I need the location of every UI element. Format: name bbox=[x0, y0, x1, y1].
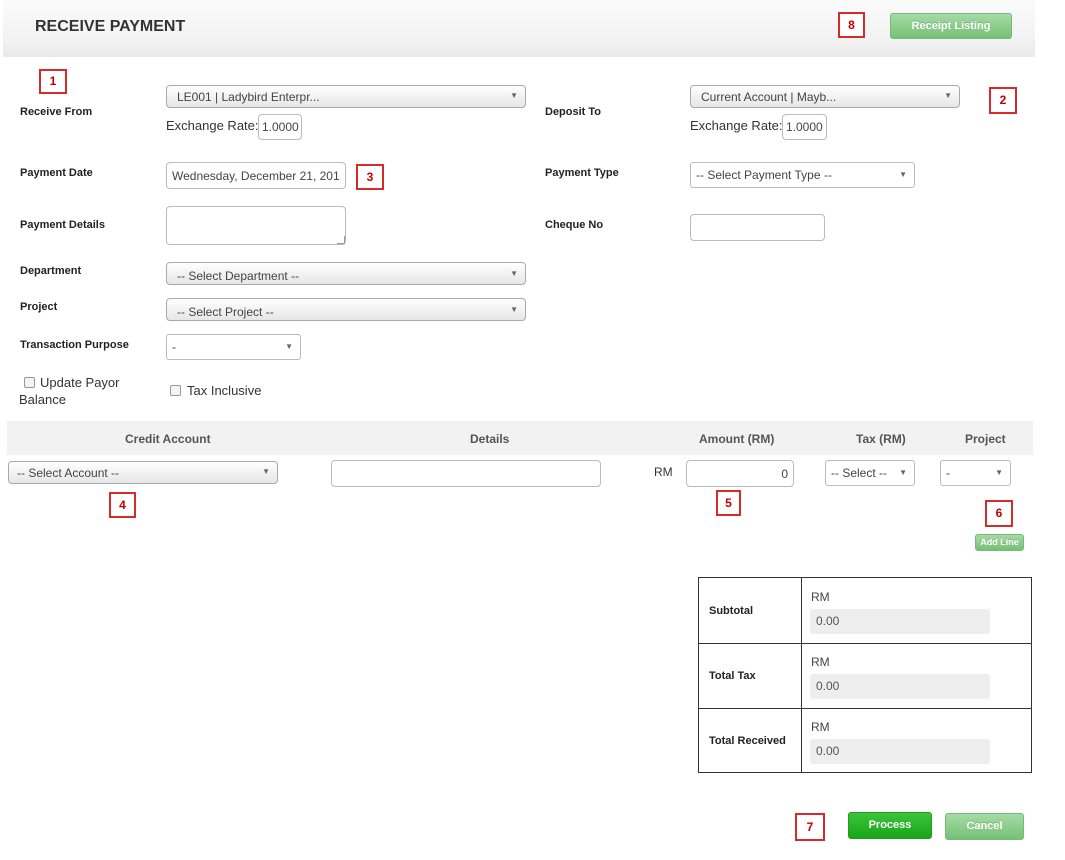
marker-1: 1 bbox=[39, 69, 67, 94]
line-currency: RM bbox=[654, 465, 673, 479]
project-select[interactable]: -- Select Project -- ▼ bbox=[166, 298, 526, 321]
payment-details-textarea[interactable] bbox=[166, 206, 346, 245]
department-label: Department bbox=[20, 265, 82, 277]
chevron-down-icon: ▼ bbox=[285, 342, 293, 351]
deposit-to-value: Current Account | Mayb... bbox=[701, 90, 837, 104]
totals-table: Subtotal RM 0.00 Total Tax RM 0.00 Total… bbox=[698, 577, 1032, 773]
subtotal-currency: RM bbox=[811, 590, 830, 604]
total-tax-label: Total Tax bbox=[709, 670, 756, 682]
process-button[interactable]: Process bbox=[848, 812, 932, 839]
department-select[interactable]: -- Select Department -- ▼ bbox=[166, 262, 526, 285]
cheque-no-label: Cheque No bbox=[545, 219, 604, 231]
marker-4: 4 bbox=[109, 492, 136, 518]
update-payor-label-line2: Balance bbox=[19, 392, 66, 407]
marker-2: 2 bbox=[989, 87, 1017, 114]
receive-from-value: LE001 | Ladybird Enterpr... bbox=[177, 90, 320, 104]
cancel-button[interactable]: Cancel bbox=[945, 813, 1024, 840]
project-label: Project bbox=[20, 301, 58, 313]
credit-account-select[interactable]: -- Select Account -- ▼ bbox=[8, 461, 278, 484]
total-received-label: Total Received bbox=[709, 735, 786, 747]
receive-from-select[interactable]: LE001 | Ladybird Enterpr... ▼ bbox=[166, 85, 526, 108]
payment-date-input[interactable]: Wednesday, December 21, 201 bbox=[166, 162, 346, 189]
transaction-purpose-value: - bbox=[172, 340, 176, 354]
payment-type-label: Payment Type bbox=[545, 167, 619, 179]
total-tax-row: Total Tax RM 0.00 bbox=[699, 643, 1031, 709]
marker-6: 6 bbox=[985, 500, 1013, 527]
chevron-down-icon: ▼ bbox=[899, 170, 907, 179]
deposit-to-select[interactable]: Current Account | Mayb... ▼ bbox=[690, 85, 960, 108]
col-tax: Tax (RM) bbox=[856, 432, 906, 446]
deposit-to-label: Deposit To bbox=[545, 106, 602, 118]
col-details: Details bbox=[470, 432, 510, 446]
receipt-listing-button[interactable]: Receipt Listing bbox=[890, 13, 1012, 39]
receive-exchange-rate-input[interactable]: 1.0000 bbox=[258, 114, 302, 140]
line-project-select[interactable]: - ▼ bbox=[940, 460, 1011, 486]
total-tax-value: 0.00 bbox=[810, 674, 990, 699]
line-tax-value: -- Select -- bbox=[831, 466, 888, 480]
deposit-exchange-label: Exchange Rate: bbox=[690, 118, 783, 133]
transaction-purpose-label: Transaction Purpose bbox=[20, 339, 129, 351]
receive-exchange-label: Exchange Rate: bbox=[166, 118, 259, 133]
receive-from-label: Receive From bbox=[20, 106, 93, 118]
chevron-down-icon: ▼ bbox=[995, 468, 1003, 477]
marker-3: 3 bbox=[356, 164, 384, 190]
add-line-button[interactable]: Add Line bbox=[975, 534, 1024, 551]
divider bbox=[801, 643, 802, 708]
line-project-value: - bbox=[946, 466, 950, 480]
tax-inclusive-label: Tax Inclusive bbox=[187, 383, 262, 398]
update-payor-checkbox[interactable] bbox=[24, 377, 35, 388]
payment-details-label: Payment Details bbox=[20, 219, 105, 231]
subtotal-label: Subtotal bbox=[709, 605, 753, 617]
resize-handle-icon[interactable] bbox=[337, 236, 345, 244]
marker-7: 7 bbox=[795, 813, 825, 841]
project-value: -- Select Project -- bbox=[177, 305, 274, 319]
marker-5: 5 bbox=[716, 490, 741, 516]
tax-inclusive-checkbox[interactable] bbox=[170, 385, 181, 396]
update-payor-label-line1: Update Payor bbox=[40, 375, 120, 390]
payment-date-label: Payment Date bbox=[20, 167, 93, 179]
payment-type-value: -- Select Payment Type -- bbox=[696, 168, 832, 182]
chevron-down-icon: ▼ bbox=[510, 269, 518, 278]
divider bbox=[801, 708, 802, 773]
credit-account-value: -- Select Account -- bbox=[17, 466, 120, 480]
line-tax-select[interactable]: -- Select -- ▼ bbox=[825, 460, 915, 486]
line-details-input[interactable] bbox=[331, 460, 601, 487]
divider bbox=[801, 578, 802, 643]
chevron-down-icon: ▼ bbox=[262, 467, 270, 476]
total-received-currency: RM bbox=[811, 720, 830, 734]
department-value: -- Select Department -- bbox=[177, 269, 300, 283]
col-project: Project bbox=[965, 432, 1006, 446]
chevron-down-icon: ▼ bbox=[510, 305, 518, 314]
chevron-down-icon: ▼ bbox=[944, 91, 952, 100]
line-amount-input[interactable]: 0 bbox=[686, 460, 794, 487]
chevron-down-icon: ▼ bbox=[510, 91, 518, 100]
chevron-down-icon: ▼ bbox=[899, 468, 907, 477]
col-credit-account: Credit Account bbox=[125, 432, 211, 446]
subtotal-row: Subtotal RM 0.00 bbox=[699, 578, 1031, 644]
total-received-value: 0.00 bbox=[810, 739, 990, 764]
total-tax-currency: RM bbox=[811, 655, 830, 669]
page-title: RECEIVE PAYMENT bbox=[35, 18, 186, 35]
subtotal-value: 0.00 bbox=[810, 609, 990, 634]
col-amount: Amount (RM) bbox=[699, 432, 775, 446]
deposit-exchange-rate-input[interactable]: 1.0000 bbox=[782, 114, 827, 140]
payment-type-select[interactable]: -- Select Payment Type -- ▼ bbox=[690, 162, 915, 188]
transaction-purpose-select[interactable]: - ▼ bbox=[166, 334, 301, 360]
marker-8: 8 bbox=[838, 12, 865, 38]
total-received-row: Total Received RM 0.00 bbox=[699, 708, 1031, 773]
cheque-no-input[interactable] bbox=[690, 214, 825, 241]
